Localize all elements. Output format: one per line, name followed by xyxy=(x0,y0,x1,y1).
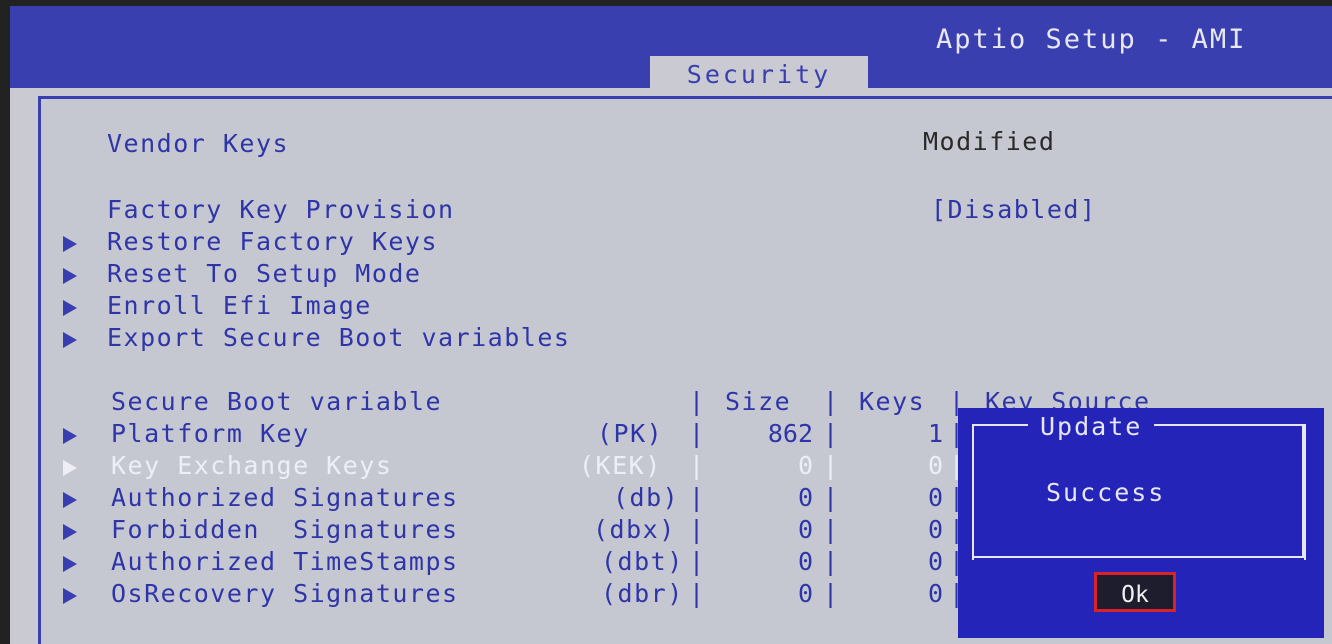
vendor-keys-label: Vendor Keys xyxy=(107,129,290,158)
table-row-platform-key[interactable]: Platform Key xyxy=(111,419,310,448)
submenu-arrow-icon xyxy=(63,268,77,284)
table-row-osrecovery-signatures[interactable]: OsRecovery Signatures xyxy=(111,579,459,608)
factory-key-provision-value[interactable]: [Disabled] xyxy=(931,195,1097,224)
col-separator: | xyxy=(823,419,839,448)
row-size: 0 xyxy=(797,451,813,480)
col-separator: | xyxy=(823,547,839,576)
vendor-keys-value: Modified xyxy=(923,127,1056,156)
submenu-arrow-icon xyxy=(63,332,77,348)
submenu-arrow-icon xyxy=(63,524,77,540)
tab-security[interactable]: Security xyxy=(650,56,868,90)
col-separator: | xyxy=(689,419,705,448)
row-keys: 0 xyxy=(927,515,943,544)
row-size: 862 xyxy=(767,419,813,448)
factory-key-provision-item[interactable]: Factory Key Provision xyxy=(107,195,455,224)
row-abbr: (KEK) xyxy=(579,451,662,480)
row-abbr: (dbr) xyxy=(601,579,684,608)
col-separator: | xyxy=(823,387,839,416)
ok-button[interactable]: Ok xyxy=(1094,572,1176,612)
row-size: 0 xyxy=(797,483,813,512)
dialog-divider xyxy=(972,556,1306,558)
col-header-keys: Keys xyxy=(859,387,926,416)
submenu-arrow-icon xyxy=(63,236,77,252)
dialog-title: Update xyxy=(1028,412,1155,441)
col-separator: | xyxy=(823,579,839,608)
col-separator: | xyxy=(689,547,705,576)
col-separator: | xyxy=(689,579,705,608)
row-size: 0 xyxy=(797,515,813,544)
col-header-variable: Secure Boot variable xyxy=(111,387,443,416)
table-row-forbidden-signatures[interactable]: Forbidden Signatures xyxy=(111,515,459,544)
col-separator: | xyxy=(823,451,839,480)
row-keys: 0 xyxy=(927,547,943,576)
col-separator: | xyxy=(689,515,705,544)
table-row-key-exchange-keys[interactable]: Key Exchange Keys xyxy=(111,451,392,480)
submenu-arrow-icon xyxy=(63,300,77,316)
row-size: 0 xyxy=(797,579,813,608)
header-bar: Aptio Setup - AMI Security xyxy=(10,6,1332,90)
row-size: 0 xyxy=(797,547,813,576)
submenu-arrow-icon xyxy=(63,588,77,604)
submenu-arrow-icon xyxy=(63,492,77,508)
row-abbr: (dbt) xyxy=(601,547,684,576)
submenu-arrow-icon xyxy=(63,460,77,476)
update-dialog: Update Success Ok xyxy=(958,408,1324,638)
col-separator: | xyxy=(823,483,839,512)
bios-screen: Aptio Setup - AMI Security Vendor Keys M… xyxy=(10,6,1332,644)
dialog-message: Success xyxy=(1046,478,1166,507)
row-keys: 0 xyxy=(927,579,943,608)
app-title: Aptio Setup - AMI xyxy=(936,24,1247,55)
col-separator: | xyxy=(689,483,705,512)
submenu-arrow-icon xyxy=(63,428,77,444)
col-separator: | xyxy=(689,387,705,416)
row-abbr: (db) xyxy=(613,483,680,512)
row-keys: 1 xyxy=(927,419,943,448)
row-abbr: (PK) xyxy=(597,419,664,448)
table-row-authorized-timestamps[interactable]: Authorized TimeStamps xyxy=(111,547,459,576)
col-separator: | xyxy=(689,451,705,480)
col-separator: | xyxy=(823,515,839,544)
table-row-authorized-signatures[interactable]: Authorized Signatures xyxy=(111,483,459,512)
row-keys: 0 xyxy=(927,483,943,512)
dialog-border xyxy=(1302,424,1304,558)
menu-item-reset-to-setup-mode[interactable]: Reset To Setup Mode xyxy=(107,259,421,288)
row-abbr: (dbx) xyxy=(593,515,676,544)
menu-item-enroll-efi-image[interactable]: Enroll Efi Image xyxy=(107,291,372,320)
col-header-size: Size xyxy=(725,387,792,416)
menu-item-export-secure-boot-variables[interactable]: Export Secure Boot variables xyxy=(107,323,570,352)
row-keys: 0 xyxy=(927,451,943,480)
submenu-arrow-icon xyxy=(63,556,77,572)
menu-item-restore-factory-keys[interactable]: Restore Factory Keys xyxy=(107,227,438,256)
